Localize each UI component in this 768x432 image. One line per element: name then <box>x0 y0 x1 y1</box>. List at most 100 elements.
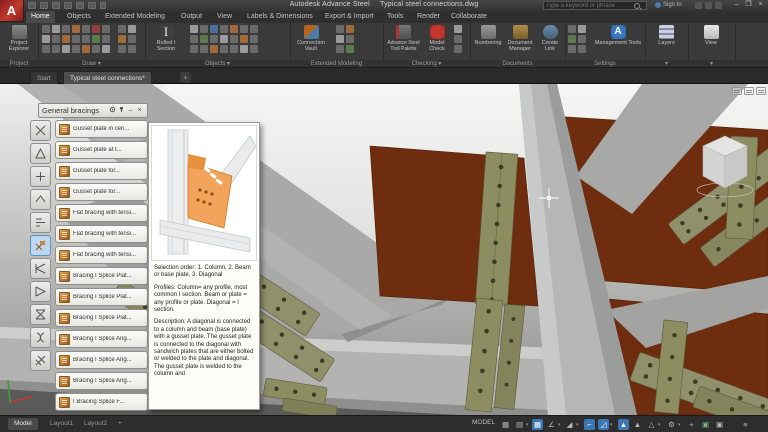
bracing-category-icon-11[interactable] <box>30 350 51 371</box>
panel-extended-modeling[interactable]: Extended Modeling <box>290 60 383 68</box>
connection-vault-button[interactable]: Connection Vault <box>292 24 330 59</box>
macro-bracing-splice-angle-2[interactable]: Bracing I Splice Ang... <box>55 351 148 369</box>
panel-documents[interactable]: Documents <box>470 60 565 68</box>
tab-labels-dimensions[interactable]: Labels & Dimensions <box>242 11 318 23</box>
tab-output[interactable]: Output <box>176 11 207 23</box>
search-icon[interactable] <box>634 2 640 9</box>
window-minimize-button[interactable]: – <box>731 0 742 9</box>
object-snap-tracking-icon[interactable]: ◿ <box>598 418 609 430</box>
macro-bracing-splice-plate-2[interactable]: Bracing I Splice Plat... <box>55 288 148 306</box>
customization-menu-icon[interactable]: ≡ <box>740 419 751 430</box>
model-check-button[interactable]: Model Check <box>423 24 451 59</box>
layout1-tab[interactable]: Layout1 <box>44 418 79 430</box>
crosshair-size-icon[interactable]: + <box>686 419 697 430</box>
layout2-tab[interactable]: Layout2 <box>78 418 113 430</box>
add-layout-button[interactable]: + <box>112 418 128 430</box>
palette-titlebar[interactable]: General bracings – × <box>38 103 148 118</box>
new-drawing-tab-button[interactable]: + <box>180 72 191 83</box>
snap-mode-icon[interactable]: ▤ <box>514 419 525 430</box>
pin-icon[interactable] <box>117 106 126 115</box>
panel-objects[interactable]: Objects ▾ <box>145 60 290 68</box>
macro-bracing-splice-angle-3[interactable]: Bracing I Splice Ang... <box>55 372 148 390</box>
bracing-category-icon-8[interactable] <box>30 281 51 302</box>
management-tools-button[interactable]: A Management Tools <box>594 24 642 59</box>
macro-gusset-plate-2[interactable]: Gusset plate at t... <box>55 141 148 159</box>
macro-bracing-splice-plate-3[interactable]: Bracing I Splice Plat... <box>55 309 148 327</box>
numbering-button[interactable]: Numbering <box>473 24 503 59</box>
bracing-category-icon-10[interactable] <box>30 327 51 348</box>
close-icon[interactable]: × <box>135 107 144 114</box>
bracing-category-icon-3[interactable] <box>30 166 51 187</box>
panel-settings[interactable]: Settings <box>565 60 645 68</box>
advance-steel-logo[interactable]: A <box>0 0 24 22</box>
documents-extra-grid[interactable] <box>568 25 586 53</box>
draw-extra-grid[interactable] <box>118 25 136 53</box>
bracing-category-icon-1[interactable] <box>30 120 51 141</box>
panel-project[interactable]: Project <box>0 60 38 68</box>
autoscale-icon[interactable]: ▲ <box>632 419 643 430</box>
macro-bracing-splice-plate-1[interactable]: Bracing I Splice Plat... <box>55 267 148 285</box>
viewport-menu-icon[interactable] <box>756 87 766 95</box>
osnap-icon[interactable]: ◢ <box>564 419 575 430</box>
viewport-restore-icon[interactable] <box>744 87 754 95</box>
stay-connected-icon[interactable] <box>705 2 712 9</box>
panel-view-caret[interactable]: ▾ <box>688 60 735 68</box>
model-tab[interactable]: Model <box>8 418 38 430</box>
macro-gusset-plate-3[interactable]: Gusset plate for... <box>55 162 148 180</box>
layers-button[interactable]: Layers <box>648 24 685 59</box>
ortho-mode-icon[interactable]: ⌐ <box>584 418 595 430</box>
bracing-category-icon-9[interactable] <box>30 304 51 325</box>
workspace-gear-icon[interactable]: ⚙ <box>666 419 677 430</box>
infer-constraints-icon[interactable]: ▦ <box>532 418 543 430</box>
bracing-category-icon-6-selected[interactable] <box>30 235 51 256</box>
search-input[interactable] <box>544 2 632 9</box>
gear-icon[interactable] <box>108 106 117 115</box>
rolled-i-section-button[interactable]: I Rolled I Section <box>147 24 185 59</box>
panel-layers-caret[interactable]: ▾ <box>645 60 688 68</box>
checking-extra-grid[interactable] <box>454 25 462 53</box>
draw-tools-grid[interactable] <box>42 25 110 53</box>
file-tab-start[interactable]: Start <box>30 71 58 84</box>
macro-gusset-plate-1[interactable]: Gusset plate in cen... <box>55 120 148 138</box>
extended-modeling-grid[interactable] <box>336 25 354 53</box>
panel-checking[interactable]: Checking ▾ <box>383 60 470 68</box>
tab-export-import[interactable]: Export & Import <box>320 11 379 23</box>
macro-flat-bracing-2[interactable]: Flat bracing with tensi... <box>55 225 148 243</box>
panel-draw[interactable]: Draw ▾ <box>38 60 145 68</box>
macro-flat-bracing-1[interactable]: Flat bracing with tensi... <box>55 204 148 222</box>
tab-collaborate[interactable]: Collaborate <box>446 11 492 23</box>
tab-view[interactable]: View <box>212 11 237 23</box>
bracing-category-icon-4[interactable] <box>30 189 51 210</box>
create-link-button[interactable]: Create Link <box>537 24 563 59</box>
clean-screen-icon[interactable]: ▣ <box>714 419 725 430</box>
help-icon[interactable] <box>715 2 722 9</box>
signin[interactable]: Sign In <box>655 2 682 8</box>
macro-i-bracing-splice[interactable]: I Bracing Splice F... <box>55 393 148 411</box>
macro-gusset-plate-4[interactable]: Gusset plate for... <box>55 183 148 201</box>
window-close-button[interactable]: × <box>755 0 766 9</box>
annotation-visibility-icon[interactable]: ▲ <box>618 418 629 430</box>
model-space-label[interactable]: MODEL <box>472 419 495 426</box>
objects-tools-grid[interactable] <box>190 25 258 53</box>
tab-home[interactable]: Home <box>26 11 55 23</box>
tab-objects[interactable]: Objects <box>62 11 96 23</box>
polar-tracking-icon[interactable]: ∠ <box>546 419 557 430</box>
as-tool-palette-button[interactable]: Advance Steel Tool Palette <box>385 24 422 59</box>
macro-flat-bracing-3[interactable]: Flat bracing with tensi... <box>55 246 148 264</box>
viewport-minimize-icon[interactable] <box>732 87 742 95</box>
annotation-scale-icon[interactable]: △ <box>646 419 657 430</box>
bracing-category-icon-5[interactable] <box>30 212 51 233</box>
minimize-icon[interactable]: – <box>126 107 135 114</box>
project-explorer-button[interactable]: Project Explorer <box>2 24 36 59</box>
window-restore-button[interactable]: ❐ <box>743 0 754 9</box>
tab-extended-modeling[interactable]: Extended Modeling <box>100 11 170 23</box>
document-manager-button[interactable]: Document Manager <box>504 24 536 59</box>
tab-tools[interactable]: Tools <box>382 11 408 23</box>
tab-render[interactable]: Render <box>412 11 445 23</box>
file-tab-active[interactable]: Typical steel connections* <box>63 71 152 84</box>
grid-display-icon[interactable]: ▦ <box>500 419 511 430</box>
exchange-apps-icon[interactable] <box>695 2 702 9</box>
view-button[interactable]: View <box>692 24 730 59</box>
bracing-category-icon-2[interactable] <box>30 143 51 164</box>
macro-bracing-splice-angle-1[interactable]: Bracing I Splice Ang... <box>55 330 148 348</box>
